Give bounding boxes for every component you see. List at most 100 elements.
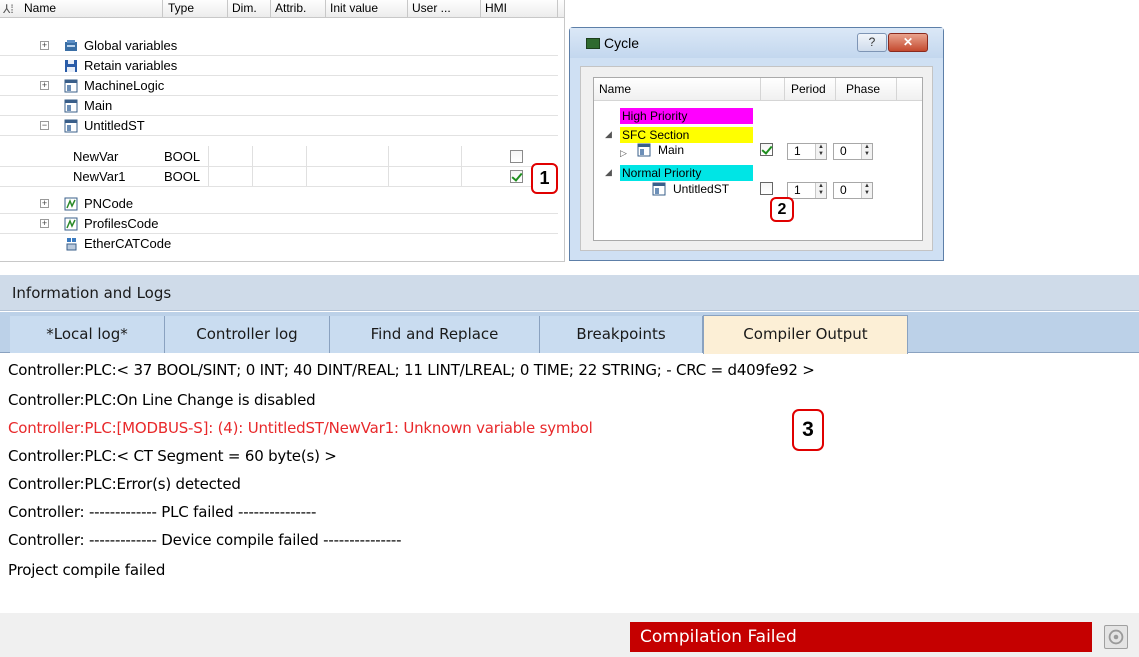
tab-controller-log[interactable]: Controller log — [165, 316, 330, 353]
variable-name[interactable]: NewVar1 — [73, 168, 126, 186]
column-divider — [461, 146, 462, 186]
period-spinner-main[interactable]: 1 ▲ ▼ — [787, 143, 827, 160]
column-header-name[interactable]: Name — [599, 82, 631, 96]
log-line: Controller:PLC:Error(s) detected — [8, 475, 241, 493]
tree-row-untitledst[interactable]: − UntitledST — [0, 116, 558, 136]
column-header-user[interactable]: User ... — [408, 0, 481, 18]
tree-row-label: ProfilesCode — [84, 216, 159, 231]
hmi-checkbox-checked[interactable] — [510, 170, 523, 183]
variable-row-newvar[interactable]: NewVar BOOL — [0, 147, 558, 167]
hmi-checkbox[interactable] — [510, 150, 523, 163]
status-bar: Compilation Failed — [0, 613, 1139, 657]
close-button[interactable]: ✕ — [888, 33, 928, 52]
column-divider — [784, 78, 785, 100]
collapse-triangle-icon[interactable]: ◢ — [605, 129, 612, 140]
status-indicator-icon[interactable] — [1104, 625, 1128, 649]
tree-row-label: UntitledST — [84, 118, 145, 133]
tree-row-label: Main — [84, 98, 113, 113]
column-header-dim[interactable]: Dim. — [228, 0, 271, 18]
column-header-period[interactable]: Period — [791, 82, 826, 96]
log-line: Controller:PLC:< 37 BOOL/SINT; 0 INT; 40… — [8, 361, 815, 379]
phase-value[interactable]: 0 — [840, 144, 847, 159]
compiler-output-log[interactable]: Controller:PLC:< 37 BOOL/SINT; 0 INT; 40… — [0, 354, 1139, 614]
tree-row-retain-variables[interactable]: Retain variables — [0, 56, 558, 76]
expand-icon[interactable]: + — [40, 41, 49, 50]
tree-row-pncode[interactable]: + PNCode — [0, 194, 558, 214]
program-enable-checkbox-untitledst[interactable] — [760, 182, 773, 195]
tab-breakpoints[interactable]: Breakpoints — [540, 316, 703, 353]
column-divider — [896, 78, 897, 100]
period-value[interactable]: 1 — [794, 183, 801, 198]
program-name-main[interactable]: Main — [658, 143, 684, 157]
tree-row-label: MachineLogic — [84, 78, 165, 93]
program-enable-checkbox-main[interactable] — [760, 143, 773, 156]
tab-local-log[interactable]: *Local log* — [10, 316, 165, 353]
phase-spinner-untitledst[interactable]: 0 ▲ ▼ — [833, 182, 873, 199]
tree-row-global-variables[interactable]: + Global variables — [0, 36, 558, 56]
period-value[interactable]: 1 — [794, 144, 801, 159]
dialog-client-area: Name Period Phase High Priority ◢ SFC Se… — [580, 66, 933, 251]
column-header-init-value[interactable]: Init value — [326, 0, 408, 18]
program-icon — [637, 143, 651, 157]
section-normal-priority[interactable]: Normal Priority — [620, 165, 753, 181]
program-icon — [652, 182, 666, 196]
tree-row-profilescode[interactable]: + ProfilesCode — [0, 214, 558, 234]
variables-grid: ⅄⁞ Name Type Dim. Attrib. Init value Use… — [0, 0, 565, 262]
compilation-status-badge: Compilation Failed — [630, 622, 1092, 652]
column-divider — [760, 78, 761, 100]
ethercat-icon — [66, 238, 77, 251]
section-sfc[interactable]: SFC Section — [620, 127, 753, 143]
variable-type[interactable]: BOOL — [164, 168, 200, 186]
variable-row-newvar1[interactable]: NewVar1 BOOL — [0, 167, 558, 187]
axis-program-icon — [64, 197, 78, 211]
callout-marker-2: 2 — [770, 197, 794, 222]
cycle-tree: Name Period Phase High Priority ◢ SFC Se… — [593, 77, 923, 241]
filter-icon[interactable]: ⅄⁞ — [3, 2, 14, 16]
log-line-error: Controller:PLC:[MODBUS-S]: (4): Untitled… — [8, 419, 593, 437]
program-name-untitledst[interactable]: UntitledST — [673, 182, 729, 196]
phase-value[interactable]: 0 — [840, 183, 847, 198]
section-high-priority[interactable]: High Priority — [620, 108, 753, 124]
callout-marker-1: 1 — [531, 163, 558, 194]
variable-name[interactable]: NewVar — [73, 148, 118, 166]
variable-type[interactable]: BOOL — [164, 148, 200, 166]
phase-spinner-main[interactable]: 0 ▲ ▼ — [833, 143, 873, 160]
log-tabbar: *Local log* Controller log Find and Repl… — [0, 312, 1139, 354]
tab-find-and-replace[interactable]: Find and Replace — [330, 316, 540, 353]
tree-row-main[interactable]: Main — [0, 96, 558, 116]
column-header-name[interactable]: Name — [20, 0, 163, 18]
column-header-hmi[interactable]: HMI — [481, 0, 558, 18]
log-line: Controller:PLC:On Line Change is disable… — [8, 391, 316, 409]
column-header-phase[interactable]: Phase — [846, 82, 880, 96]
panel-title: Information and Logs — [0, 275, 1139, 311]
program-icon — [64, 119, 78, 133]
global-variables-icon — [65, 40, 77, 51]
collapse-icon[interactable]: − — [40, 121, 49, 130]
column-header-attrib[interactable]: Attrib. — [271, 0, 326, 18]
expand-icon[interactable]: + — [40, 219, 49, 228]
spinner-arrows-icon[interactable]: ▲ ▼ — [815, 144, 826, 159]
expand-triangle-icon[interactable]: ▷ — [620, 148, 627, 159]
dialog-titlebar[interactable]: Cycle ? ✕ — [570, 28, 943, 58]
tree-row-machinelogic[interactable]: + MachineLogic — [0, 76, 558, 96]
cycle-tree-header: Name Period Phase — [594, 78, 922, 101]
column-header-type[interactable]: Type — [164, 0, 228, 18]
log-line: Controller:PLC:< CT Segment = 60 byte(s)… — [8, 447, 337, 465]
expand-icon[interactable]: + — [40, 199, 49, 208]
column-divider — [306, 146, 307, 186]
tree-row-ethercatcode[interactable]: EtherCATCode — [0, 234, 558, 254]
tree-row-label: Retain variables — [84, 58, 178, 73]
axis-program-icon — [64, 217, 78, 231]
cycle-window-icon — [586, 38, 600, 49]
tree-row-label: EtherCATCode — [84, 236, 172, 251]
spinner-arrows-icon[interactable]: ▲ ▼ — [815, 183, 826, 198]
tab-compiler-output[interactable]: Compiler Output — [703, 315, 908, 354]
spinner-arrows-icon[interactable]: ▲ ▼ — [861, 183, 872, 198]
dialog-title: Cycle — [604, 35, 640, 51]
program-icon — [64, 79, 78, 93]
spinner-arrows-icon[interactable]: ▲ ▼ — [861, 144, 872, 159]
collapse-triangle-icon[interactable]: ◢ — [605, 167, 612, 178]
expand-icon[interactable]: + — [40, 81, 49, 90]
period-spinner-untitledst[interactable]: 1 ▲ ▼ — [787, 182, 827, 199]
help-button[interactable]: ? — [857, 33, 887, 52]
